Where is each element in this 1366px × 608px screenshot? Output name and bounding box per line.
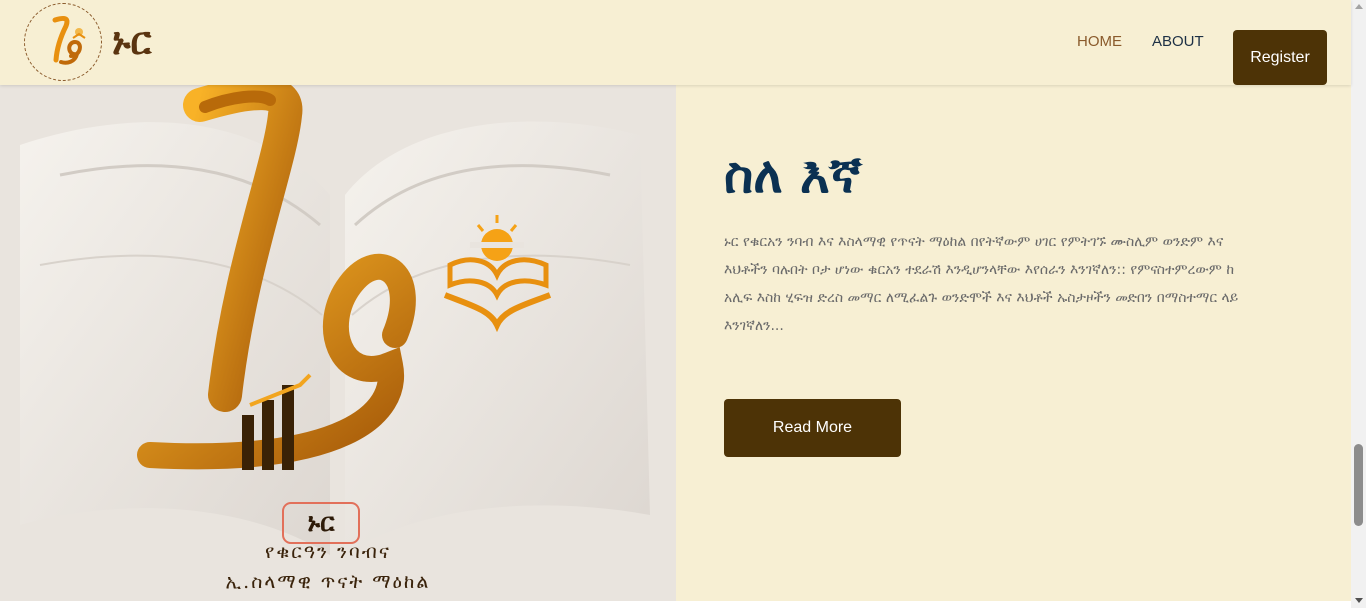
- scroll-up-arrow-icon[interactable]: [1355, 4, 1363, 9]
- scrollbar-thumb[interactable]: [1354, 444, 1363, 526]
- brand-name[interactable]: ኑር: [112, 17, 151, 65]
- top-navbar: ኑር HOME ABOUT Register: [0, 0, 1351, 85]
- hero-caption-line1: የቁርዓን ንባብና: [265, 541, 391, 563]
- vertical-scrollbar[interactable]: [1351, 0, 1366, 608]
- scroll-down-arrow-icon[interactable]: [1355, 598, 1363, 603]
- register-button[interactable]: Register: [1233, 30, 1327, 85]
- site-logo[interactable]: [24, 3, 102, 81]
- read-more-button[interactable]: Read More: [724, 399, 901, 457]
- hero-logo-image: ኑር የቁርዓን ንባብና ኢ.ስላማዊ ጥናት ማዕከል: [0, 85, 676, 601]
- hero-caption-line2: ኢ.ስላማዊ ጥናት ማዕከል: [225, 571, 431, 593]
- logo-mark-icon: [52, 15, 86, 65]
- nav-link-home[interactable]: HOME: [1077, 32, 1122, 52]
- about-description: ኑር የቁርአን ንባብ እና እስላማዊ የጥናት ማዕከል በየትኛውም ሀ…: [724, 234, 1239, 334]
- page-bottom-edge: [0, 601, 1351, 608]
- hero-brand-label: ኑር: [282, 502, 360, 544]
- about-title: ስለ እኛ: [724, 146, 862, 204]
- nav-link-about[interactable]: ABOUT: [1152, 32, 1204, 52]
